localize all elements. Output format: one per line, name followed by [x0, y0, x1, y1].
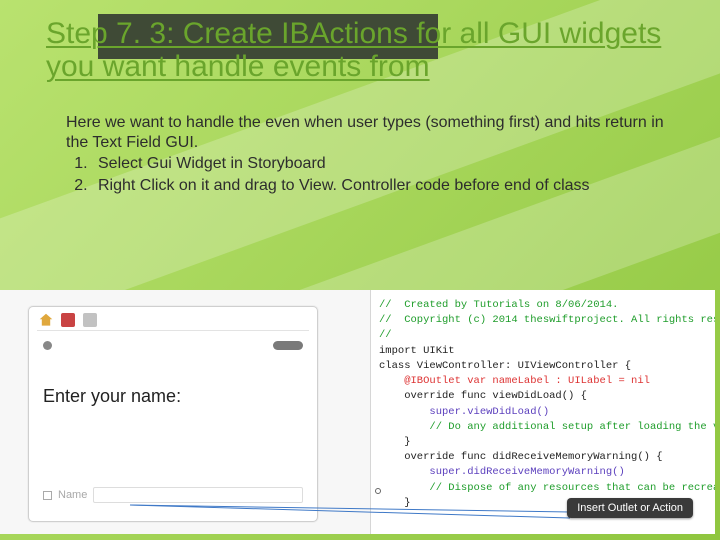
code-line: //	[379, 328, 705, 343]
status-dot-icon	[43, 341, 52, 350]
code-line: @IBOutlet var nameLabel : UILabel = nil	[379, 374, 705, 389]
textfield-row[interactable]: Name	[43, 487, 303, 503]
textfield-input[interactable]	[93, 487, 303, 503]
code-line: import UIKit	[379, 344, 705, 359]
code-line: class ViewController: UIViewController {	[379, 359, 705, 374]
list-item: Right Click on it and drag to View. Cont…	[92, 176, 676, 196]
insertion-point-icon	[375, 488, 381, 494]
textfield-placeholder: Name	[58, 489, 87, 501]
code-line: super.viewDidLoad()	[379, 405, 705, 420]
checkbox-icon[interactable]	[43, 491, 52, 500]
intro-text: Here we want to handle the even when use…	[66, 113, 676, 152]
ib-canvas[interactable]: Enter your name: Name	[29, 331, 317, 519]
code-line: // Created by Tutorials on 8/06/2014.	[379, 298, 705, 313]
steps-list: Select Gui Widget in Storyboard Right Cl…	[66, 154, 676, 195]
slide-background: Step 7. 3: Create IBActions for all GUI …	[0, 0, 720, 540]
view-icon[interactable]	[83, 313, 97, 327]
slide-content: Step 7. 3: Create IBActions for all GUI …	[38, 14, 690, 197]
home-icon[interactable]	[39, 313, 53, 327]
interface-builder-panel: Enter your name: Name	[28, 306, 318, 522]
code-line: override func viewDidLoad() {	[379, 389, 705, 404]
prompt-label: Enter your name:	[43, 386, 303, 407]
list-item: Select Gui Widget in Storyboard	[92, 154, 676, 174]
slide-title: Step 7. 3: Create IBActions for all GUI …	[38, 17, 690, 87]
insert-outlet-tooltip: Insert Outlet or Action	[567, 498, 693, 518]
code-line: // Copyright (c) 2014 theswiftproject. A…	[379, 313, 705, 328]
object-icon[interactable]	[61, 313, 75, 327]
ib-tabbar	[29, 307, 317, 330]
code-line: // Do any additional setup after loading…	[379, 420, 705, 435]
code-line: }	[379, 435, 705, 450]
code-line: // Dispose of any resources that can be …	[379, 481, 705, 496]
battery-icon	[273, 341, 303, 350]
code-line: override func didReceiveMemoryWarning() …	[379, 450, 705, 465]
code-line: super.didReceiveMemoryWarning()	[379, 465, 705, 480]
slide-body: Here we want to handle the even when use…	[66, 113, 676, 195]
xcode-screenshot: Enter your name: Name // Created by Tuto…	[0, 290, 715, 534]
